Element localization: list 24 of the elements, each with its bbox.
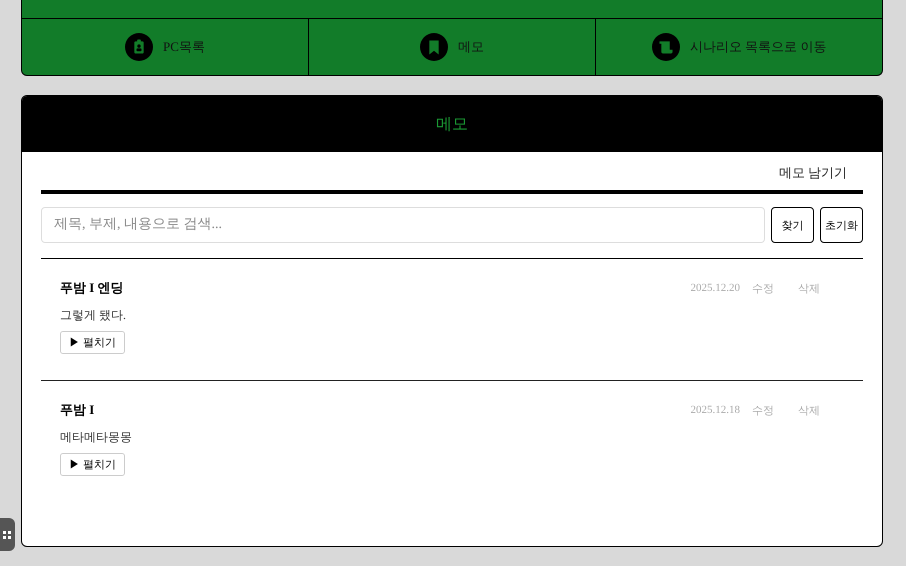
- edit-link[interactable]: 수정: [752, 280, 774, 296]
- memo-text: 메타메타몽몽: [60, 429, 132, 446]
- bookmark-icon: [420, 33, 448, 61]
- panel-title: 메모: [436, 114, 468, 134]
- scroll-icon: [652, 33, 680, 61]
- id-badge-icon: [125, 33, 154, 61]
- memo-title: 푸밤 I: [60, 401, 96, 419]
- expand-button[interactable]: ▶ 펼치기: [60, 453, 125, 476]
- memo-date: 2025.12.20: [690, 282, 740, 294]
- search-field[interactable]: 제목, 부제, 내용으로 검색...: [41, 207, 765, 243]
- memo-title: 푸밤 I 엔딩: [60, 279, 125, 297]
- edit-link[interactable]: 수정: [752, 402, 774, 418]
- delete-link[interactable]: 삭제: [798, 402, 820, 418]
- expand-button[interactable]: ▶ 펼치기: [60, 331, 125, 354]
- write-memo-link[interactable]: 메모 남기기: [778, 164, 847, 182]
- nav-button[interactable]: 메모: [309, 19, 596, 75]
- memo-date: 2025.12.18: [690, 404, 740, 416]
- search-action-button[interactable]: 초기화: [820, 207, 863, 243]
- nav-button[interactable]: PC목록: [22, 19, 309, 75]
- nav-button[interactable]: 시나리오 목록으로 이동: [596, 19, 882, 75]
- search-action-button[interactable]: 찾기: [771, 207, 814, 243]
- delete-link[interactable]: 삭제: [798, 280, 820, 296]
- grid-icon: [3, 530, 11, 538]
- memo-text: 그렇게 됐다.: [60, 307, 126, 324]
